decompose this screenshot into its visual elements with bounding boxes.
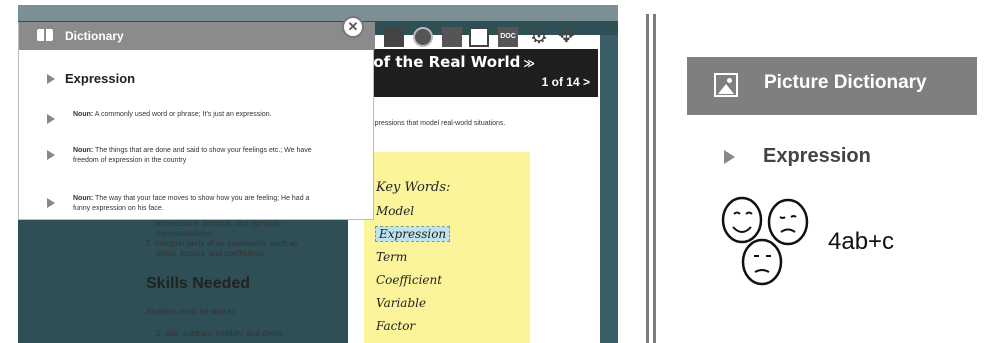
standards-list: expressions, pictorial, and symbolic rep… [142,219,352,259]
doc-icon[interactable]: DOC [498,27,518,47]
list-item: 1. add, subtract, multiply, and divide [156,329,284,338]
gear-icon[interactable]: ⚙ [530,27,552,47]
key-word-selected[interactable]: Expression [374,226,451,242]
play-icon[interactable] [724,149,735,164]
picture-dictionary-word: Expression [763,145,871,167]
key-word[interactable]: Model [376,204,414,218]
dictionary-header[interactable]: Dictionary [19,22,375,50]
unit-title-text: ls of the Real World [354,53,521,71]
definition: The way that your face moves to show how… [73,195,310,212]
definition: The things that are done and said to sho… [73,147,312,164]
part-of-speech: Noun: [73,195,94,202]
key-word[interactable]: Factor [376,319,415,333]
dictionary-screenshot: ls of the Real World ≫ 1 of 14 > raic exp… [18,5,618,343]
intro-text: raic expressions that model real-world s… [354,120,506,127]
dictionary-popup: Dictionary Expression Noun: A commonly u… [18,16,375,220]
faces-expression-icon [721,196,809,286]
definition-text: Noun: A commonly used word or phrase; It… [73,110,313,120]
move-icon[interactable]: ✥ [558,26,580,46]
key-words-title: Key Words: [376,180,451,195]
definition-text: Noun: The way that your face moves to sh… [73,194,313,214]
unit-title: ls of the Real World ≫ [354,53,535,71]
globe-icon[interactable] [413,27,433,47]
picture-dictionary-title: Picture Dictionary [764,72,927,93]
part-of-speech: Noun: [73,111,94,118]
book-icon [37,29,53,41]
divider [653,14,656,343]
content-line: representations. [156,229,214,238]
key-word[interactable]: Coefficient [376,273,442,287]
key-word[interactable]: Term [376,250,407,264]
key-words-note: Key Words: Model Expression Term Coeffic… [364,152,530,343]
page-counter[interactable]: 1 of 14 > [542,75,590,89]
definition-text: Noun: The things that are done and said … [73,146,313,166]
picture-dictionary-word-row[interactable]: Expression [724,145,871,168]
math-expression: 4ab+c [828,228,895,255]
content-line: terms, factors, and coefficients. [156,249,267,258]
highlighter-icon[interactable] [384,27,404,47]
definition: A commonly used word or phrase; It's jus… [93,111,272,118]
picture-icon [714,73,738,97]
dictionary-word-row[interactable]: Expression [47,70,135,88]
play-icon[interactable] [47,73,55,84]
content-line: 2. Interpret parts of an expression, suc… [146,239,298,248]
close-icon[interactable]: ✕ [342,16,364,38]
divider [646,14,649,343]
key-word[interactable]: Variable [376,296,426,310]
content-line: expressions, pictorial, and symbolic [156,219,282,228]
dictionary-word: Expression [65,71,136,87]
students-line: Students must be able to: [146,307,237,316]
picture-dictionary-icon[interactable] [469,27,489,47]
play-icon[interactable] [47,114,55,124]
play-icon[interactable] [47,150,55,160]
chevron-down-icon[interactable]: ≫ [523,57,535,70]
part-of-speech: Noun: [73,147,94,154]
skills-heading: Skills Needed [146,275,251,292]
dictionary-icon[interactable] [442,27,462,47]
unit-title-bar: ls of the Real World ≫ 1 of 14 > [348,49,598,97]
page-edge [600,35,618,343]
dictionary-title: Dictionary [65,29,124,43]
picture-dictionary-header: Picture Dictionary [687,57,977,115]
play-icon[interactable] [47,198,55,208]
top-strip [18,5,618,21]
